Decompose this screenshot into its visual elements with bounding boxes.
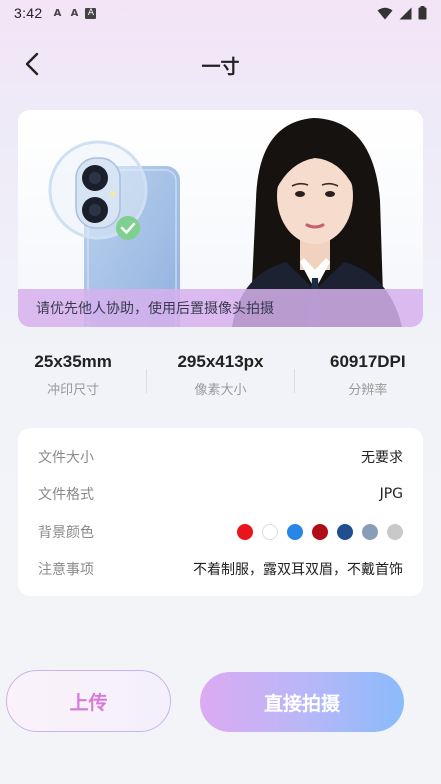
spec-resolution: 60917DPI 分辨率 — [295, 352, 441, 398]
header: 一寸 — [0, 40, 441, 90]
requirements-card: 文件大小 无要求 文件格式 JPG 背景颜色 注意事项 不着制服，露双耳双眉，不… — [18, 428, 423, 596]
spec-value: 295x413px — [177, 352, 264, 371]
status-bar: 3:42 A A A — [0, 0, 441, 26]
row-label: 文件格式 — [38, 487, 94, 504]
swatch-blue[interactable] — [287, 523, 303, 540]
status-time: 3:42 — [14, 5, 43, 21]
wifi-icon — [377, 7, 393, 19]
notification-icons: A A A — [51, 7, 97, 19]
hero-sample-card: 请优先他人协助，使用后置摄像头拍摄 — [18, 110, 423, 327]
row-label: 文件大小 — [38, 449, 94, 466]
notification-a-icon: A — [70, 7, 79, 19]
swatch-gray-blue[interactable] — [362, 523, 378, 540]
swatch-red[interactable] — [237, 523, 253, 540]
row-notes: 注意事项 不着制服，露双耳双眉，不戴首饰 — [38, 551, 403, 589]
spec-value: 60917DPI — [330, 352, 406, 371]
shoot-button[interactable]: 直接拍摄 — [200, 672, 404, 732]
spec-pixel-size: 295x413px 像素大小 — [147, 352, 293, 398]
row-value: 无要求 — [361, 449, 403, 466]
swatch-navy[interactable] — [337, 523, 353, 540]
spec-label: 分辨率 — [348, 383, 388, 398]
battery-icon — [418, 6, 427, 20]
signal-icon — [399, 7, 412, 19]
spec-print-size: 25x35mm 冲印尺寸 — [0, 352, 146, 398]
shooting-hint: 请优先他人协助，使用后置摄像头拍摄 — [18, 289, 423, 327]
notification-a-square-icon: A — [85, 7, 97, 19]
swatch-gray[interactable] — [387, 523, 403, 540]
row-file-size: 文件大小 无要求 — [38, 438, 403, 476]
row-file-format: 文件格式 JPG — [38, 476, 403, 514]
spec-label: 冲印尺寸 — [47, 383, 100, 398]
spec-value: 25x35mm — [34, 352, 112, 371]
color-swatches — [237, 523, 403, 540]
row-label: 注意事项 — [38, 562, 94, 579]
row-value: 不着制服，露双耳双眉，不戴首饰 — [193, 562, 403, 579]
spec-label: 像素大小 — [194, 383, 247, 398]
row-label: 背景颜色 — [38, 524, 94, 541]
notification-a-icon: A — [53, 7, 62, 19]
row-background-color: 背景颜色 — [38, 513, 403, 551]
page-title: 一寸 — [201, 56, 240, 78]
swatch-dark-red[interactable] — [312, 523, 328, 540]
swatch-white[interactable] — [262, 523, 278, 540]
row-value: JPG — [379, 486, 403, 503]
photo-specs: 25x35mm 冲印尺寸 295x413px 像素大小 60917DPI 分辨率 — [0, 352, 441, 398]
upload-button[interactable]: 上传 — [6, 670, 171, 732]
